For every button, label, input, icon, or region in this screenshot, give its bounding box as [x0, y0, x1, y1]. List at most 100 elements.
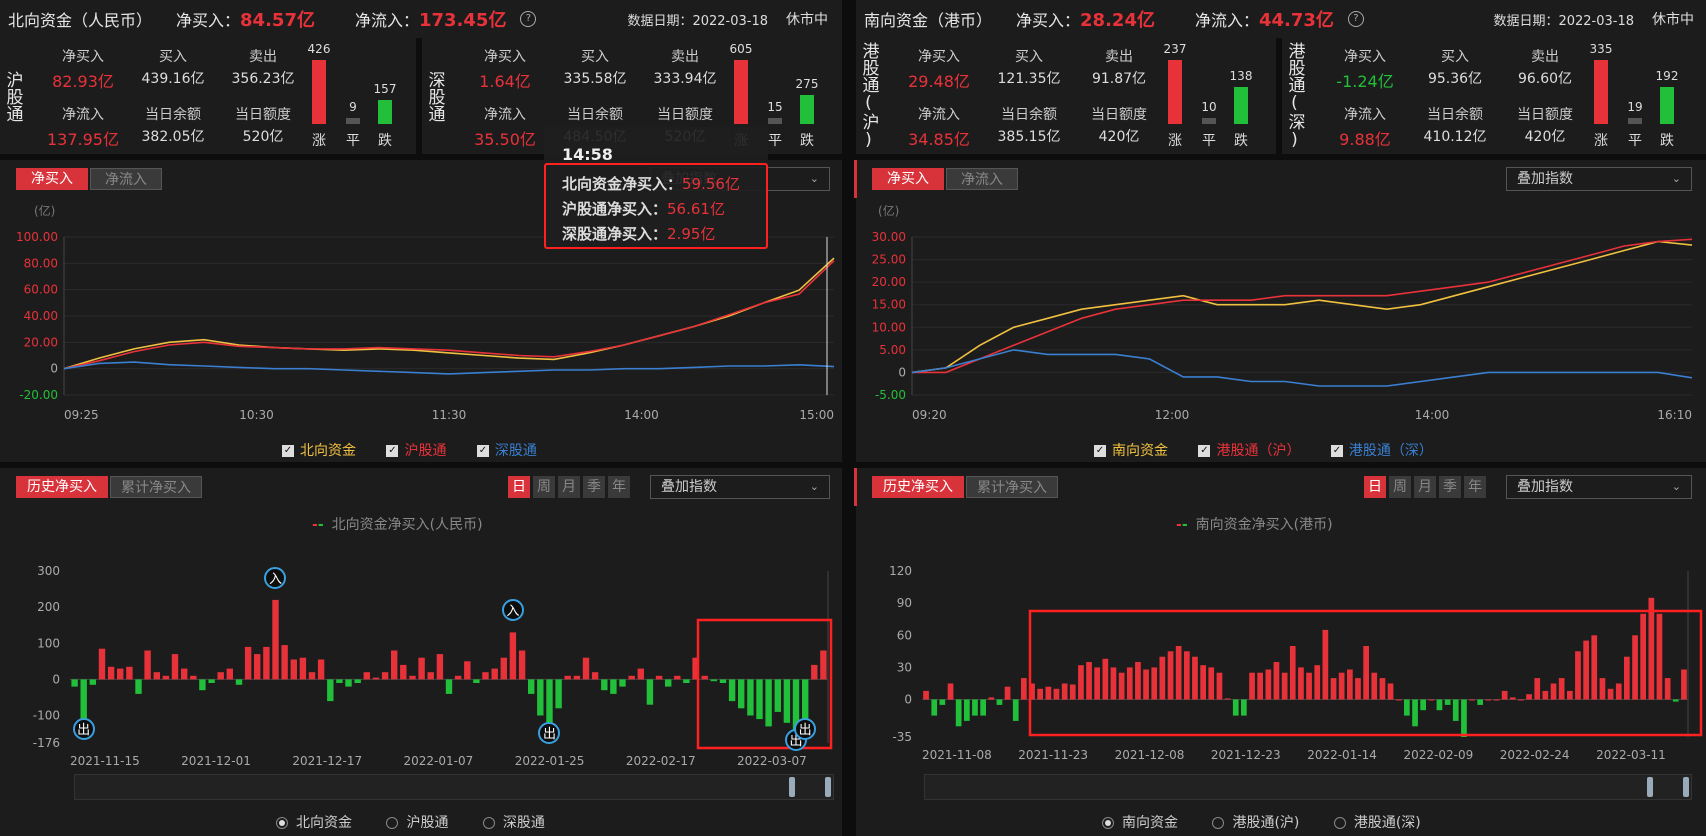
history-bar [738, 679, 745, 709]
x-tick-label: 2022-01-14 [1307, 748, 1377, 762]
x-tick-label: 2021-11-08 [922, 748, 992, 762]
history-bar [1192, 656, 1198, 700]
north-radio-group: 北向资金 沪股通 深股通 [276, 812, 545, 832]
history-bar [1477, 699, 1483, 705]
history-bar [1567, 690, 1573, 700]
history-bar [591, 672, 599, 680]
south-zoom-slider[interactable] [924, 774, 1692, 800]
history-bar [573, 675, 581, 680]
history-bar [1257, 672, 1263, 700]
history-bar [701, 675, 708, 680]
history-bar [1249, 672, 1255, 700]
history-bar [199, 679, 206, 691]
history-bar [391, 650, 398, 680]
history-bar [1126, 667, 1133, 700]
history-bar [528, 679, 535, 694]
history-bar [783, 679, 791, 723]
history-bar [509, 632, 517, 680]
history-bar [254, 654, 261, 680]
y-tick-label: -100 [33, 709, 60, 723]
slider-handle[interactable] [1683, 777, 1689, 797]
history-bar [181, 668, 188, 680]
history-bar [190, 675, 197, 680]
radio-sh[interactable]: 沪股通 [386, 815, 448, 831]
slider-handle[interactable] [825, 777, 831, 797]
history-bar [683, 679, 690, 683]
history-bar [674, 675, 681, 680]
history-bar [1534, 678, 1541, 700]
history-bar [655, 675, 663, 680]
radio-south[interactable]: 南向资金 [1102, 815, 1178, 831]
history-bar [1086, 662, 1092, 700]
history-bar [1273, 662, 1280, 700]
y-tick-label: -176 [33, 736, 60, 750]
history-charts: 3002001000-100-1762021-11-15 2021-12-01 20… [33, 564, 1703, 768]
north-zoom-slider[interactable] [74, 774, 834, 800]
x-tick-label: 2021-12-08 [1115, 748, 1185, 762]
x-tick-label: 2022-03-07 [737, 754, 807, 768]
history-bar [1330, 678, 1337, 700]
history-bar [1387, 683, 1394, 700]
history-bar [107, 666, 115, 680]
history-bar [802, 679, 809, 720]
radio-hk-sh[interactable]: 港股通(沪) [1212, 815, 1299, 831]
outflow-marker[interactable]: 出 [72, 718, 95, 741]
history-bar [1656, 613, 1663, 700]
x-tick-label: 2021-11-23 [1018, 748, 1088, 762]
history-bar [226, 668, 233, 680]
history-bar [1607, 688, 1614, 700]
history-bar [774, 679, 781, 712]
radio-north[interactable]: 北向资金 [276, 815, 352, 831]
history-bar [272, 599, 279, 680]
y-tick-label: 30 [897, 660, 912, 674]
history-bar [336, 679, 343, 683]
history-bar [1159, 656, 1166, 700]
history-bar [1371, 672, 1378, 700]
history-bar [482, 672, 489, 680]
history-bar [171, 654, 179, 680]
history-bar [464, 661, 471, 680]
history-bar [400, 664, 407, 680]
history-bar [665, 679, 672, 687]
history-bar [1110, 667, 1117, 700]
history-bar [1314, 665, 1321, 700]
history-bar [317, 659, 325, 680]
history-bar [1338, 672, 1345, 700]
y-tick-label: 0 [52, 672, 60, 686]
history-bar [1379, 678, 1386, 700]
history-bar [1322, 629, 1329, 700]
history-bar [710, 679, 717, 682]
history-bar [1061, 683, 1068, 700]
history-bar [409, 675, 416, 680]
history-bar [610, 679, 617, 694]
radio-sz[interactable]: 深股通 [482, 815, 545, 831]
history-bar [1232, 699, 1239, 716]
history-bar [728, 679, 736, 702]
y-tick-label: 90 [897, 596, 912, 610]
history-bar [299, 657, 307, 680]
history-bar [345, 679, 352, 687]
history-bar [1265, 669, 1272, 700]
south-radio-group: 南向资金 港股通(沪) 港股通(深) [1102, 812, 1421, 832]
history-bar [427, 672, 434, 680]
history-bar [473, 679, 480, 683]
history-bar [1558, 678, 1565, 700]
history-bar [1681, 669, 1687, 700]
x-tick-label: 2021-11-15 [70, 754, 140, 768]
y-tick-label: 120 [889, 564, 912, 578]
history-bar [281, 645, 288, 680]
history-bar [1469, 699, 1475, 701]
history-bar [126, 666, 133, 680]
history-bar [972, 699, 978, 716]
history-bar [1672, 699, 1679, 702]
history-bar [1224, 698, 1231, 700]
history-bar [290, 659, 297, 680]
history-bar [1664, 678, 1671, 700]
history-bar [601, 679, 608, 691]
radio-icon [1102, 817, 1114, 829]
radio-hk-sz[interactable]: 港股通(深) [1333, 815, 1421, 831]
history-bar [1151, 667, 1158, 700]
slider-handle[interactable] [1647, 777, 1653, 797]
history-bar [80, 679, 87, 720]
slider-handle[interactable] [789, 777, 795, 797]
